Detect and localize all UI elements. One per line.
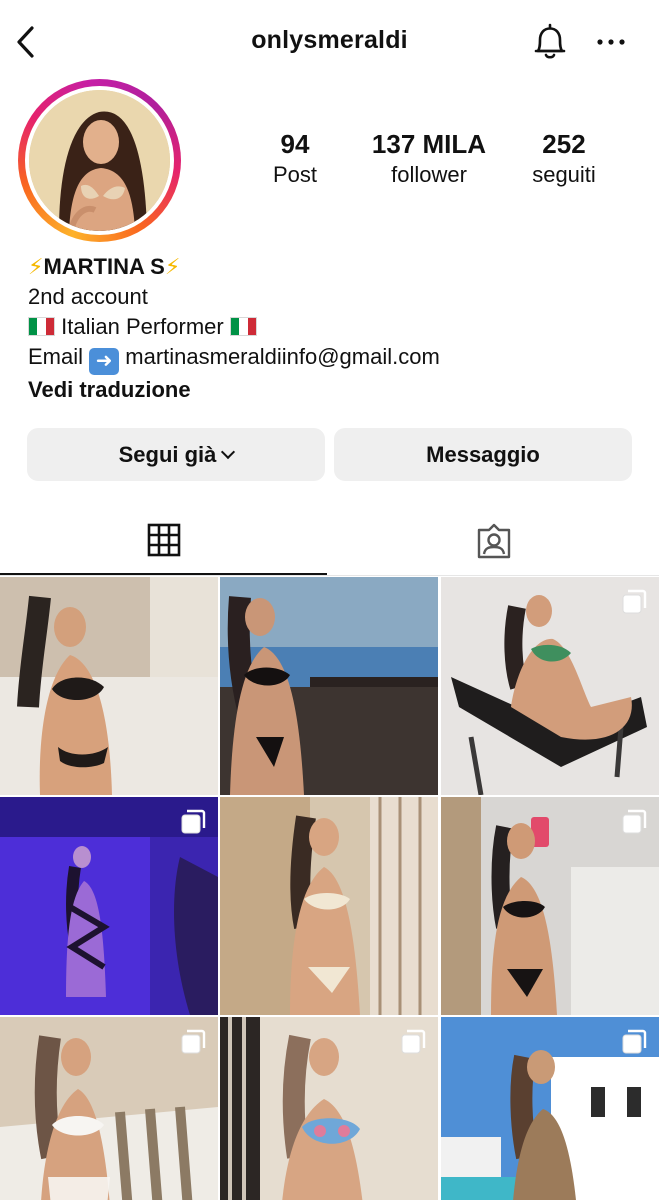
bio-line-account: 2nd account	[28, 284, 148, 309]
post-thumbnail[interactable]	[220, 797, 438, 1015]
posts-grid	[0, 577, 659, 1200]
grid-icon	[147, 523, 181, 557]
right-arrow-icon: ➜	[89, 348, 120, 375]
multiple-photos-icon	[181, 1029, 206, 1054]
post-thumbnail[interactable]	[0, 1017, 218, 1200]
lightning-icon: ⚡	[164, 254, 181, 279]
bio-performer-text: Italian Performer	[61, 314, 224, 339]
bio-email-label: Email	[28, 344, 84, 369]
stat-followers-value: 137 MILA	[371, 129, 487, 159]
post-thumbnail[interactable]	[0, 577, 218, 795]
post-thumbnail[interactable]	[441, 797, 659, 1015]
bio-line-performer: Italian Performer	[28, 312, 648, 342]
post-thumbnail[interactable]	[0, 797, 218, 1015]
post-thumbnail[interactable]	[220, 1017, 438, 1200]
stat-following[interactable]: 252 seguiti	[494, 128, 634, 190]
top-bar: onlysmeraldi	[0, 0, 659, 84]
italy-flag-icon	[28, 317, 55, 336]
multiple-photos-icon	[401, 1029, 426, 1054]
more-horizontal-icon[interactable]	[594, 26, 628, 56]
chevron-down-icon	[221, 444, 236, 460]
bio-line-email: Email ➜ martinasmeraldiinfo@gmail.com	[28, 342, 648, 375]
tab-divider	[0, 575, 659, 576]
story-ring[interactable]	[18, 79, 181, 242]
following-button[interactable]: Segui già	[27, 428, 325, 481]
bio-display-name: MARTINA S	[43, 254, 165, 279]
tab-tagged[interactable]	[330, 506, 659, 576]
stat-following-value: 252	[542, 129, 586, 159]
see-translation-link[interactable]: Vedi traduzione	[28, 375, 648, 405]
tab-posts-grid[interactable]	[0, 506, 329, 576]
bio-name-line: ⚡MARTINA S⚡	[28, 252, 648, 282]
post-thumbnail[interactable]	[220, 577, 438, 795]
multiple-photos-icon	[622, 1029, 647, 1054]
multiple-photos-icon	[622, 809, 647, 834]
tagged-user-icon	[477, 523, 511, 559]
stat-posts[interactable]: 94 Post	[225, 128, 365, 190]
stat-following-label: seguiti	[532, 162, 596, 187]
lightning-icon: ⚡	[28, 254, 44, 279]
post-thumbnail[interactable]	[441, 577, 659, 795]
profile-bio: ⚡MARTINA S⚡ 2nd account Italian Performe…	[28, 252, 648, 405]
stat-followers[interactable]: 137 MILA follower	[359, 128, 499, 190]
multiple-photos-icon	[181, 809, 206, 834]
multiple-photos-icon	[622, 589, 647, 614]
italy-flag-icon	[229, 317, 257, 336]
stat-posts-value: 94	[280, 129, 310, 159]
bio-email[interactable]: martinasmeraldiinfo@gmail.com	[125, 344, 440, 369]
message-button[interactable]: Messaggio	[334, 428, 632, 481]
stat-followers-label: follower	[391, 162, 467, 187]
post-thumbnail[interactable]	[441, 1017, 659, 1200]
avatar	[29, 90, 170, 231]
message-button-label: Messaggio	[426, 442, 540, 467]
following-button-label: Segui già	[118, 442, 217, 467]
stat-posts-label: Post	[272, 162, 318, 187]
bell-icon[interactable]	[528, 20, 572, 64]
